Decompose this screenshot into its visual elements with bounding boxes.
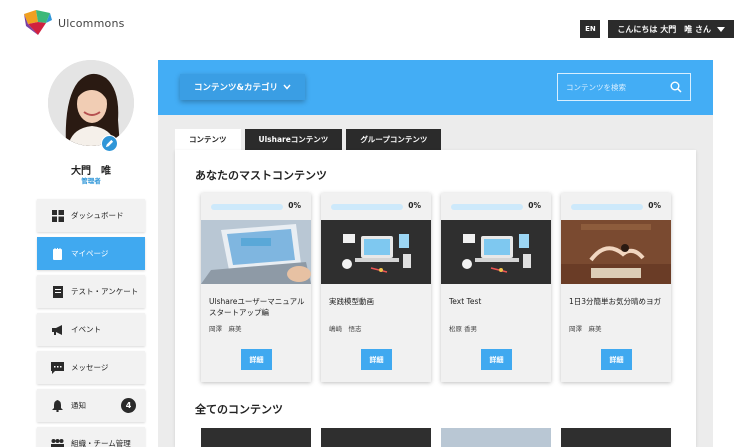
category-dropdown-button[interactable]: コンテンツ&カテゴリ xyxy=(180,74,305,100)
search-input[interactable] xyxy=(566,82,670,92)
content-thumbnail xyxy=(321,220,431,284)
notebook-icon xyxy=(51,247,64,260)
content-author: 松原 香男 xyxy=(449,325,478,333)
sidebar-item-messages[interactable]: メッセージ xyxy=(37,351,145,384)
sidebar-item-organization[interactable]: 組織・チーム管理 xyxy=(37,427,145,447)
content-thumbnail xyxy=(201,220,311,284)
must-contents-title: あなたのマストコンテンツ xyxy=(195,169,327,182)
content-title: Text Test xyxy=(449,297,482,306)
edit-profile-button[interactable] xyxy=(101,135,118,152)
profile-role: 管理者 xyxy=(81,177,101,185)
tab-ulshare-contents[interactable]: Ulshareコンテンツ xyxy=(244,129,343,150)
detail-button[interactable]: 詳細 xyxy=(361,349,392,370)
sidebar-item-mypage[interactable]: マイページ xyxy=(37,237,145,270)
sidebar-item-dashboard[interactable]: ダッシュボード xyxy=(37,199,145,232)
logo-text: Ulcommons xyxy=(58,16,125,30)
search-box xyxy=(557,73,691,101)
sidebar-menu: ダッシュボード マイページ テスト・アンケート イベント メッセージ 通知 4 xyxy=(37,199,145,447)
sidebar-item-label: 組織・チーム管理 xyxy=(71,439,131,447)
organization-icon xyxy=(51,438,64,447)
content-card[interactable]: 0% 1日3分簡単お気分晴めヨガ 岡澤 麻美 詳細 xyxy=(561,193,671,382)
sidebar-item-label: メッセージ xyxy=(71,363,109,372)
content-title: 実践模型動画 xyxy=(329,297,374,306)
detail-button[interactable]: 詳細 xyxy=(601,349,632,370)
content-panel: あなたのマストコンテンツ 0% Ulshareユーザーマニュアル スタートアップ… xyxy=(175,150,696,447)
detail-button[interactable]: 詳細 xyxy=(481,349,512,370)
content-card[interactable]: 0% Text Test 松原 香男 詳細 xyxy=(441,193,551,382)
dashboard-grid-icon xyxy=(51,209,64,222)
content-thumbnail xyxy=(561,220,671,284)
test-sheet-icon xyxy=(51,285,64,298)
tab-contents[interactable]: コンテンツ xyxy=(175,129,241,150)
detail-button[interactable]: 詳細 xyxy=(241,349,272,370)
language-button[interactable]: EN xyxy=(580,20,601,38)
all-contents-title: 全てのコンテンツ xyxy=(195,403,283,416)
progress-percent: 0% xyxy=(528,201,541,210)
chevron-down-icon xyxy=(283,84,291,90)
sidebar-item-label: マイページ xyxy=(71,249,109,258)
avatar xyxy=(48,60,134,146)
content-author: 岡澤 麻美 xyxy=(569,325,602,333)
content-title: 1日3分簡単お気分晴めヨガ xyxy=(569,297,662,306)
progress-percent: 0% xyxy=(648,201,661,210)
content-tabs: コンテンツ Ulshareコンテンツ グループコンテンツ xyxy=(175,129,442,150)
user-greeting: こんにちは 大門 唯 さん xyxy=(617,24,711,34)
sidebar-item-label: イベント xyxy=(71,325,101,334)
content-thumbnail[interactable] xyxy=(201,428,311,447)
progress-bar xyxy=(571,204,643,210)
progress-percent: 0% xyxy=(288,201,301,210)
content-thumbnail[interactable] xyxy=(321,428,431,447)
progress-percent: 0% xyxy=(408,201,421,210)
sidebar-item-notifications[interactable]: 通知 4 xyxy=(37,389,145,422)
content-card[interactable]: 0% 実践模型動画 嶋崎 悟志 詳細 xyxy=(321,193,431,382)
content-thumbnail[interactable] xyxy=(561,428,671,447)
user-menu-button[interactable]: こんにちは 大門 唯 さん xyxy=(608,20,734,38)
category-button-label: コンテンツ&カテゴリ xyxy=(194,83,278,93)
content-author: 岡澤 麻美 xyxy=(209,325,242,333)
search-icon[interactable] xyxy=(670,81,682,93)
megaphone-icon xyxy=(51,324,64,336)
caret-down-icon xyxy=(717,26,725,32)
tab-group-contents[interactable]: グループコンテンツ xyxy=(346,129,442,150)
sidebar-item-tests[interactable]: テスト・アンケート xyxy=(37,275,145,308)
notification-count-badge: 4 xyxy=(121,398,136,413)
sidebar-item-label: ダッシュボード xyxy=(71,211,124,220)
content-toolbar: コンテンツ&カテゴリ xyxy=(158,60,713,115)
progress-bar xyxy=(331,204,403,210)
pencil-icon xyxy=(105,139,114,148)
sidebar-item-events[interactable]: イベント xyxy=(37,313,145,346)
ulcommons-logo-icon xyxy=(24,10,52,35)
content-area: コンテンツ Ulshareコンテンツ グループコンテンツ あなたのマストコンテン… xyxy=(158,115,713,447)
sidebar-item-label: 通知 xyxy=(71,401,86,410)
progress-bar xyxy=(451,204,523,210)
content-title: Ulshareユーザーマニュアル スタートアップ編 xyxy=(209,297,312,317)
content-author: 嶋崎 悟志 xyxy=(329,325,362,333)
bell-icon xyxy=(51,399,64,412)
content-card[interactable]: 0% Ulshareユーザーマニュアル スタートアップ編 岡澤 麻美 詳細 xyxy=(201,193,312,382)
content-thumbnail[interactable] xyxy=(441,428,551,447)
content-thumbnail xyxy=(441,220,551,284)
sidebar-item-label: テスト・アンケート xyxy=(71,287,139,296)
logo[interactable]: Ulcommons xyxy=(22,10,125,36)
chat-icon xyxy=(51,361,64,374)
progress-bar xyxy=(211,204,283,210)
